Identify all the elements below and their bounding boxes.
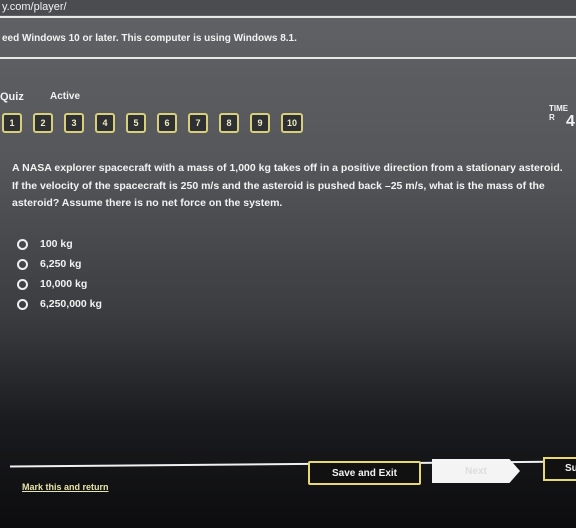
- answer-options: 100 kg 6,250 kg 10,000 kg 6,250,000 kg: [17, 234, 102, 314]
- radio-button[interactable]: [17, 298, 28, 310]
- save-and-exit-button[interactable]: Save and Exit: [308, 461, 421, 485]
- option-label: 10,000 kg: [40, 278, 88, 290]
- next-button[interactable]: Next: [432, 459, 520, 483]
- submit-label: Submit: [565, 463, 576, 474]
- answer-option[interactable]: 6,250 kg: [17, 254, 102, 274]
- option-label: 6,250 kg: [40, 258, 82, 270]
- divider: [0, 16, 576, 18]
- question-line: If the velocity of the spacecraft is 250…: [12, 179, 545, 192]
- question-5-button[interactable]: 5: [126, 113, 146, 133]
- question-4-button[interactable]: 4: [95, 113, 115, 133]
- question-6-button[interactable]: 6: [157, 113, 177, 133]
- radio-button[interactable]: [17, 238, 28, 250]
- question-line: A NASA explorer spacecraft with a mass o…: [12, 162, 563, 174]
- question-text: A NASA explorer spacecraft with a mass o…: [12, 160, 576, 211]
- quiz-title: Quiz: [0, 91, 24, 103]
- time-remaining: 4: [566, 113, 575, 130]
- radio-button[interactable]: [17, 258, 28, 270]
- answer-option[interactable]: 6,250,000 kg: [17, 294, 102, 314]
- question-3-button[interactable]: 3: [64, 113, 84, 133]
- quiz-status: Active: [50, 91, 81, 102]
- option-label: 100 kg: [40, 238, 73, 250]
- os-warning-banner: eed Windows 10 or later. This computer i…: [2, 33, 297, 44]
- option-label: 6,250,000 kg: [40, 298, 102, 310]
- answer-option[interactable]: 100 kg: [17, 234, 102, 254]
- question-2-button[interactable]: 2: [33, 113, 53, 133]
- radio-button[interactable]: [17, 278, 28, 290]
- answer-option[interactable]: 10,000 kg: [17, 274, 102, 294]
- mark-and-return-link[interactable]: Mark this and return: [22, 482, 109, 492]
- submit-button[interactable]: Submit: [543, 457, 576, 481]
- question-10-button[interactable]: 10: [281, 113, 303, 133]
- question-line: asteroid? Assume there is no net force o…: [12, 197, 283, 209]
- question-8-button[interactable]: 8: [219, 113, 239, 133]
- address-bar[interactable]: y.com/player/: [0, 0, 576, 15]
- question-9-button[interactable]: 9: [250, 113, 270, 133]
- question-navigator: 1 2 3 4 5 6 7 8 9 10: [2, 113, 303, 133]
- question-7-button[interactable]: 7: [188, 113, 208, 133]
- divider: [0, 57, 576, 59]
- question-1-button[interactable]: 1: [2, 113, 22, 133]
